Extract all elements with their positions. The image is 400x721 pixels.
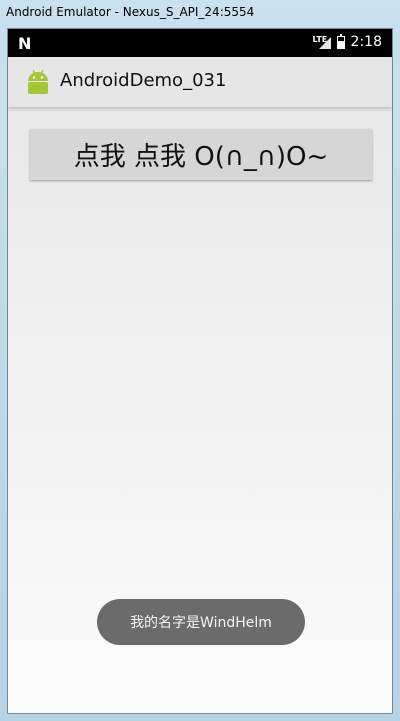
- device-screen: N LTE 2:18 AndroidDemo_031 点我 点我 O(∩_∩)O…: [7, 28, 393, 714]
- main-content: 点我 点我 O(∩_∩)O~ 我的名字是WindHelm: [8, 107, 392, 713]
- lte-signal-icon: LTE: [313, 35, 331, 49]
- click-me-button[interactable]: 点我 点我 O(∩_∩)O~: [30, 129, 372, 180]
- window-titlebar[interactable]: Android Emulator - Nexus_S_API_24:5554: [0, 0, 400, 28]
- battery-icon: [336, 33, 345, 49]
- window-title: Android Emulator - Nexus_S_API_24:5554: [6, 5, 255, 19]
- status-clock: 2:18: [350, 34, 382, 50]
- action-bar: AndroidDemo_031: [8, 57, 392, 107]
- status-bar: N LTE 2:18: [8, 29, 392, 57]
- status-icons: LTE 2:18: [313, 33, 382, 50]
- toast-message: 我的名字是WindHelm: [97, 599, 305, 645]
- notification-n-icon: N: [18, 34, 32, 53]
- android-icon: [28, 69, 48, 94]
- app-title: AndroidDemo_031: [60, 70, 227, 91]
- emulator-window: Android Emulator - Nexus_S_API_24:5554 N…: [0, 0, 400, 721]
